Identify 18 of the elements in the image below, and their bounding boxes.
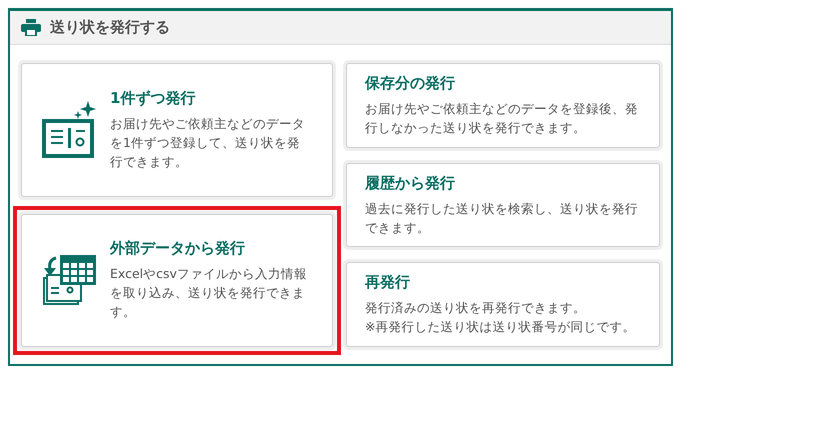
card-title: 履歴から発行 — [365, 174, 456, 192]
card-title: 再発行 — [365, 273, 411, 292]
card-title: 1件ずつ発行 — [110, 88, 196, 107]
card-description: Excelやcsvファイルから入力情報を取り込み、送り状を発行できます。 — [110, 265, 308, 322]
panel-title: 送り状を発行する — [50, 17, 170, 38]
option-card[interactable]: 履歴から発行 過去に発行した送り状を検索し、送り状を発行できます。 — [346, 162, 660, 248]
card-description: お届け先やご依頼主などのデータを1件ずつ登録して、送り状を発行できます。 — [110, 114, 306, 171]
option-card[interactable]: 再発行 発行済みの送り状を再発行できます。 ※再発行した送り状は送り状番号が同じです。 — [346, 262, 660, 348]
option-card[interactable]: 保存分の発行 お届け先やご依頼主などのデータを登録後、発行しなかった送り状を発行できます。 — [346, 63, 660, 148]
card-description: お届け先やご依頼主などのデータを登録後、発行しなかった送り状を発行できます。 — [365, 100, 639, 137]
printer-icon — [21, 19, 41, 36]
option-card[interactable]: 外部データから発行 Excelやcsvファイルから入力情報を取り込み、送り状を発行できます。 — [21, 214, 333, 347]
card-description: 発行済みの送り状を再発行できます。 ※再発行した送り状は送り状番号が同じです。 — [365, 299, 636, 336]
form-sparkle-icon — [42, 100, 96, 159]
import-spreadsheet-icon — [42, 254, 96, 306]
card-title: 保存分の発行 — [365, 74, 456, 92]
card-title: 外部データから発行 — [110, 239, 246, 258]
card-description: 過去に発行した送り状を検索し、送り状を発行できます。 — [365, 200, 639, 236]
